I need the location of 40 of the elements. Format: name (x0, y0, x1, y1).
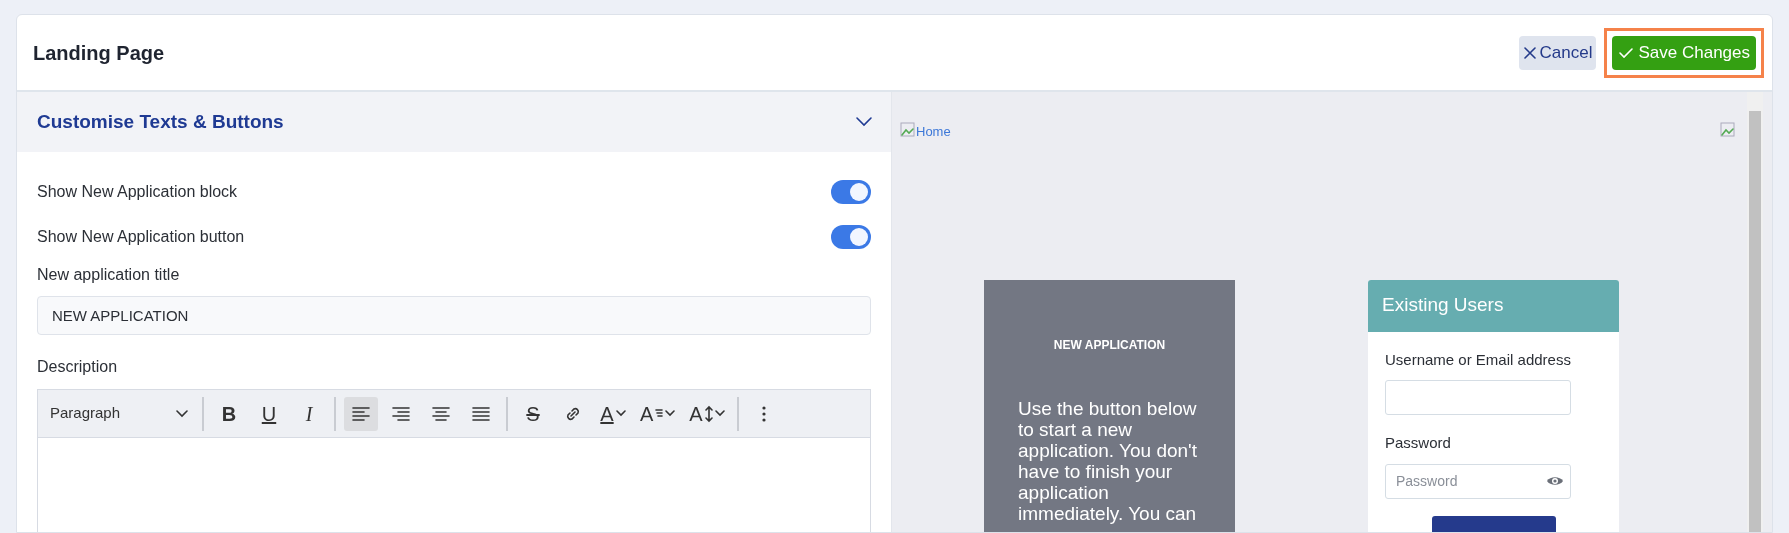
underline-button[interactable]: U (252, 396, 286, 431)
strikethrough-button[interactable]: S (516, 396, 550, 431)
toggle-label: Show New Application block (37, 181, 238, 202)
lines-icon (655, 407, 664, 420)
vertical-arrow-icon (704, 404, 713, 423)
caret-icon (665, 410, 676, 417)
eye-icon (1546, 475, 1564, 487)
caret-icon (615, 410, 626, 417)
card-text: Use the button below to start a new application. You don't have to finish your application immediately. You can (1018, 397, 1198, 524)
italic-button[interactable]: I (292, 396, 326, 431)
section-title: Customise Texts & Buttons (37, 109, 284, 134)
login-header: Existing Users (1368, 279, 1619, 332)
section-header[interactable]: Customise Texts & Buttons (17, 92, 891, 152)
card-title: NEW APPLICATION (1052, 336, 1167, 354)
broken-image-icon (900, 122, 916, 138)
page-title: Landing Page (33, 40, 165, 66)
font-family-button[interactable]: A (636, 396, 680, 431)
check-icon (1618, 45, 1635, 60)
field-label: Description (37, 357, 119, 377)
paragraph-dropdown[interactable]: Paragraph (44, 402, 194, 425)
close-icon (1522, 45, 1537, 60)
input-field[interactable]: NEW APPLICATION (37, 296, 871, 335)
scrollbar[interactable] (1747, 92, 1763, 532)
field-label: Password (1385, 433, 1452, 453)
username-field[interactable] (1385, 380, 1571, 415)
caret-icon (714, 410, 725, 417)
bold-button[interactable]: B (212, 396, 246, 431)
chevron-icon (176, 409, 188, 418)
more-icon (761, 405, 766, 422)
logo-alt-text[interactable]: Home (916, 122, 951, 142)
toggle-label: Show New Application button (37, 226, 245, 247)
toggle-switch[interactable] (831, 179, 871, 204)
toggle-switch[interactable] (831, 224, 871, 249)
field-label: Username or Email address (1385, 349, 1572, 370)
broken-image-icon (1720, 122, 1736, 138)
field-label: New application title (37, 265, 181, 285)
cancel-button[interactable]: Cancel (1518, 35, 1597, 70)
font-color-button[interactable]: A (596, 396, 630, 431)
align-left-button[interactable] (344, 396, 378, 431)
font-size-button[interactable]: A (685, 396, 729, 431)
